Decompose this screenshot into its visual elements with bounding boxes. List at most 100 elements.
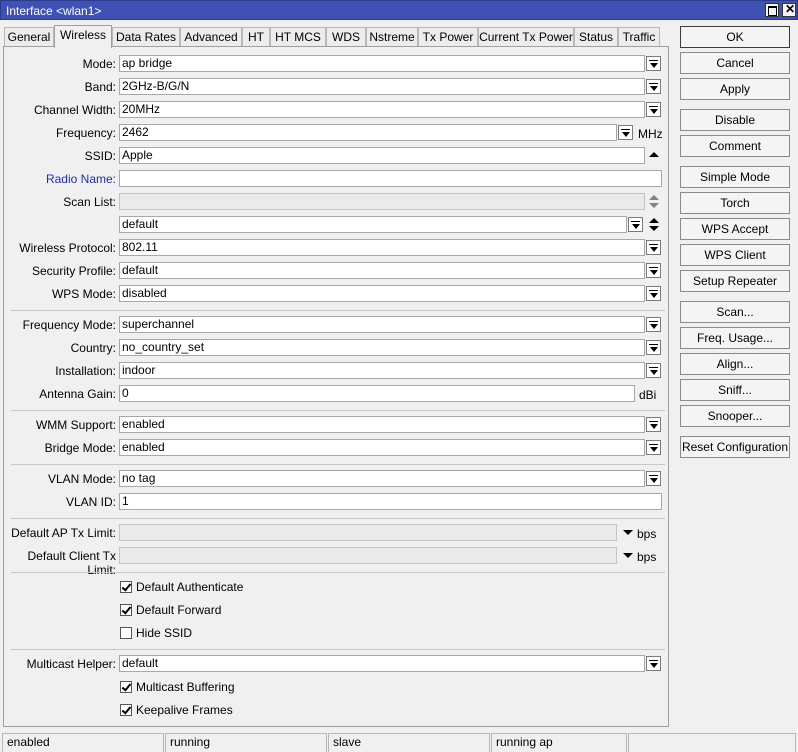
scan-list-updown-icon[interactable] <box>648 194 660 210</box>
tab-general[interactable]: General <box>4 27 54 47</box>
separator <box>11 410 665 411</box>
band-select[interactable]: 2GHz-B/G/N <box>119 78 645 95</box>
security-profile-dropdown-icon[interactable] <box>646 263 661 278</box>
tab-status[interactable]: Status <box>574 27 618 47</box>
default-forward-label: Default Forward <box>136 603 222 617</box>
keepalive-frames-checkbox[interactable] <box>120 704 132 716</box>
comment-button[interactable]: Comment <box>680 135 790 157</box>
radio-name-label[interactable]: Radio Name: <box>46 172 116 186</box>
tab-advanced[interactable]: Advanced <box>180 27 242 47</box>
bridge-mode-label: Bridge Mode: <box>44 441 116 455</box>
scan-button[interactable]: Scan... <box>680 301 790 323</box>
apply-button[interactable]: Apply <box>680 78 790 100</box>
frequency-unit: MHz <box>638 127 663 141</box>
mode-select[interactable]: ap bridge <box>119 55 645 72</box>
frequency-select[interactable]: 2462 <box>119 124 617 141</box>
wps-client-button[interactable]: WPS Client <box>680 244 790 266</box>
wireless-protocol-dropdown-icon[interactable] <box>646 240 661 255</box>
tab-wds[interactable]: WDS <box>326 27 366 47</box>
multicast-helper-select[interactable]: default <box>119 655 645 672</box>
simple-mode-button[interactable]: Simple Mode <box>680 166 790 188</box>
status-running-ap: running ap <box>491 733 627 752</box>
window-title: Interface <wlan1> <box>6 4 102 18</box>
country-dropdown-icon[interactable] <box>646 340 661 355</box>
sniff-button[interactable]: Sniff... <box>680 379 790 401</box>
reset-configuration-button[interactable]: Reset Configuration <box>680 436 790 458</box>
scan-list-updown-icon-2[interactable] <box>648 217 660 233</box>
scan-list-dropdown-icon[interactable] <box>628 217 643 232</box>
separator <box>11 464 665 465</box>
default-ap-tx-limit-input[interactable] <box>119 524 617 541</box>
tab-wireless[interactable]: Wireless <box>54 25 112 48</box>
align-button[interactable]: Align... <box>680 353 790 375</box>
maximize-icon[interactable] <box>765 3 779 17</box>
wmm-support-dropdown-icon[interactable] <box>646 417 661 432</box>
default-client-tx-limit-input[interactable] <box>119 547 617 564</box>
default-client-tx-limit-expand-icon[interactable] <box>622 551 634 561</box>
default-ap-tx-limit-label: Default AP Tx Limit: <box>11 526 116 540</box>
ok-button[interactable]: OK <box>680 26 790 48</box>
freq-usage-button[interactable]: Freq. Usage... <box>680 327 790 349</box>
scan-list-label: Scan List: <box>63 195 116 209</box>
label-column: Mode: Band: Channel Width: Frequency: SS… <box>4 47 116 726</box>
bridge-mode-select[interactable]: enabled <box>119 439 645 456</box>
frequency-mode-dropdown-icon[interactable] <box>646 317 661 332</box>
country-select[interactable]: no_country_set <box>119 339 645 356</box>
ssid-label: SSID: <box>84 149 116 163</box>
tab-data-rates[interactable]: Data Rates <box>112 27 180 47</box>
status-bar: enabled running slave running ap <box>0 731 798 752</box>
default-forward-checkbox[interactable] <box>120 604 132 616</box>
tab-nstreme[interactable]: Nstreme <box>366 27 418 47</box>
channel-width-dropdown-icon[interactable] <box>646 102 661 117</box>
scan-list-select[interactable]: default <box>119 216 627 233</box>
radio-name-input[interactable] <box>119 170 662 187</box>
torch-button[interactable]: Torch <box>680 192 790 214</box>
vlan-mode-select[interactable]: no tag <box>119 470 645 487</box>
collapse-arrow-icon[interactable] <box>648 150 660 160</box>
setup-repeater-button[interactable]: Setup Repeater <box>680 270 790 292</box>
tab-tx-power[interactable]: Tx Power <box>418 27 478 47</box>
multicast-helper-dropdown-icon[interactable] <box>646 656 661 671</box>
installation-dropdown-icon[interactable] <box>646 363 661 378</box>
disable-button[interactable]: Disable <box>680 109 790 131</box>
frequency-dropdown-icon[interactable] <box>618 125 633 140</box>
channel-width-select[interactable]: 20MHz <box>119 101 645 118</box>
installation-select[interactable]: indoor <box>119 362 645 379</box>
antenna-gain-input[interactable]: 0 <box>119 385 635 402</box>
default-ap-tx-limit-expand-icon[interactable] <box>622 528 634 538</box>
security-profile-select[interactable]: default <box>119 262 645 279</box>
cancel-button[interactable]: Cancel <box>680 52 790 74</box>
bridge-mode-dropdown-icon[interactable] <box>646 440 661 455</box>
default-authenticate-checkbox[interactable] <box>120 581 132 593</box>
antenna-gain-label: Antenna Gain: <box>39 387 116 401</box>
wps-accept-button[interactable]: WPS Accept <box>680 218 790 240</box>
wps-mode-select[interactable]: disabled <box>119 285 645 302</box>
tab-current-tx-power[interactable]: Current Tx Power <box>478 27 574 47</box>
tab-traffic[interactable]: Traffic <box>618 27 660 47</box>
window-titlebar: Interface <wlan1> ✕ <box>0 0 798 20</box>
wireless-protocol-select[interactable]: 802.11 <box>119 239 645 256</box>
multicast-buffering-checkbox[interactable] <box>120 681 132 693</box>
wps-mode-label: WPS Mode: <box>51 287 116 301</box>
wmm-support-label: WMM Support: <box>35 418 116 432</box>
frequency-label: Frequency: <box>55 126 116 140</box>
band-dropdown-icon[interactable] <box>646 79 661 94</box>
status-slave: slave <box>328 733 490 752</box>
tab-ht[interactable]: HT <box>242 27 270 47</box>
vlan-mode-dropdown-icon[interactable] <box>646 471 661 486</box>
wps-mode-dropdown-icon[interactable] <box>646 286 661 301</box>
hide-ssid-checkbox[interactable] <box>120 627 132 639</box>
vlan-id-input[interactable]: 1 <box>119 493 662 510</box>
antenna-gain-unit: dBi <box>639 388 657 402</box>
default-client-tx-limit-unit: bps <box>637 550 657 564</box>
band-label: Band: <box>84 80 116 94</box>
ssid-input[interactable]: Apple <box>119 147 645 164</box>
frequency-mode-select[interactable]: superchannel <box>119 316 645 333</box>
mode-dropdown-icon[interactable] <box>646 56 661 71</box>
close-icon[interactable]: ✕ <box>782 2 796 17</box>
snooper-button[interactable]: Snooper... <box>680 405 790 427</box>
tab-ht-mcs[interactable]: HT MCS <box>270 27 326 47</box>
wmm-support-select[interactable]: enabled <box>119 416 645 433</box>
scan-list-input[interactable] <box>119 193 645 210</box>
vlan-mode-label: VLAN Mode: <box>47 472 116 486</box>
